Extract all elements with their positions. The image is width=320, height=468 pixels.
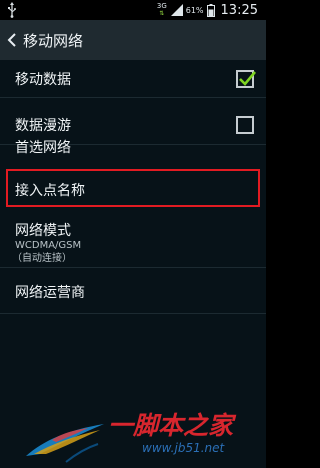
mobile-data-checkbox[interactable] xyxy=(236,70,256,88)
status-clock: 13:25 xyxy=(220,2,258,18)
battery-percent: 61% xyxy=(185,5,204,15)
check-icon xyxy=(239,71,256,86)
page-title: 移动网络 xyxy=(23,31,84,50)
signal-icon xyxy=(170,4,183,16)
battery-icon xyxy=(206,3,215,17)
settings-list: 移动数据 数据漫游 首选网络 接入点名称 网络模式 WCDMA/GSM （自动连… xyxy=(0,60,266,468)
network-mode-value: WCDMA/GSM xyxy=(15,240,82,251)
highlight-box xyxy=(6,169,260,207)
data-roaming-checkbox[interactable] xyxy=(236,116,254,134)
network-type-label: 3G xyxy=(156,2,167,10)
chevron-left-icon xyxy=(7,33,16,47)
setting-item-mobile-data[interactable]: 移动数据 xyxy=(0,60,266,98)
usb-icon xyxy=(8,2,16,18)
setting-item-network-mode[interactable]: 网络模式 WCDMA/GSM （自动连接） xyxy=(0,210,266,268)
back-button[interactable] xyxy=(0,20,21,60)
setting-item-preferred-network[interactable]: 首选网络 xyxy=(0,140,266,168)
action-bar: 移动网络 xyxy=(0,20,266,60)
setting-label: 移动数据 xyxy=(15,72,71,88)
network-type-badge: 3G ⇅ xyxy=(156,2,167,18)
setting-label: 数据漫游 xyxy=(15,118,71,134)
setting-label: 网络运营商 xyxy=(15,285,85,301)
data-arrows-icon: ⇅ xyxy=(159,10,165,17)
status-bar: 3G ⇅ 61% 13:25 xyxy=(0,0,266,20)
setting-label: 网络模式 xyxy=(15,223,71,239)
setting-item-network-operator[interactable]: 网络运营商 xyxy=(0,268,266,314)
setting-label: 首选网络 xyxy=(15,140,71,156)
network-mode-note: （自动连接） xyxy=(12,253,72,264)
